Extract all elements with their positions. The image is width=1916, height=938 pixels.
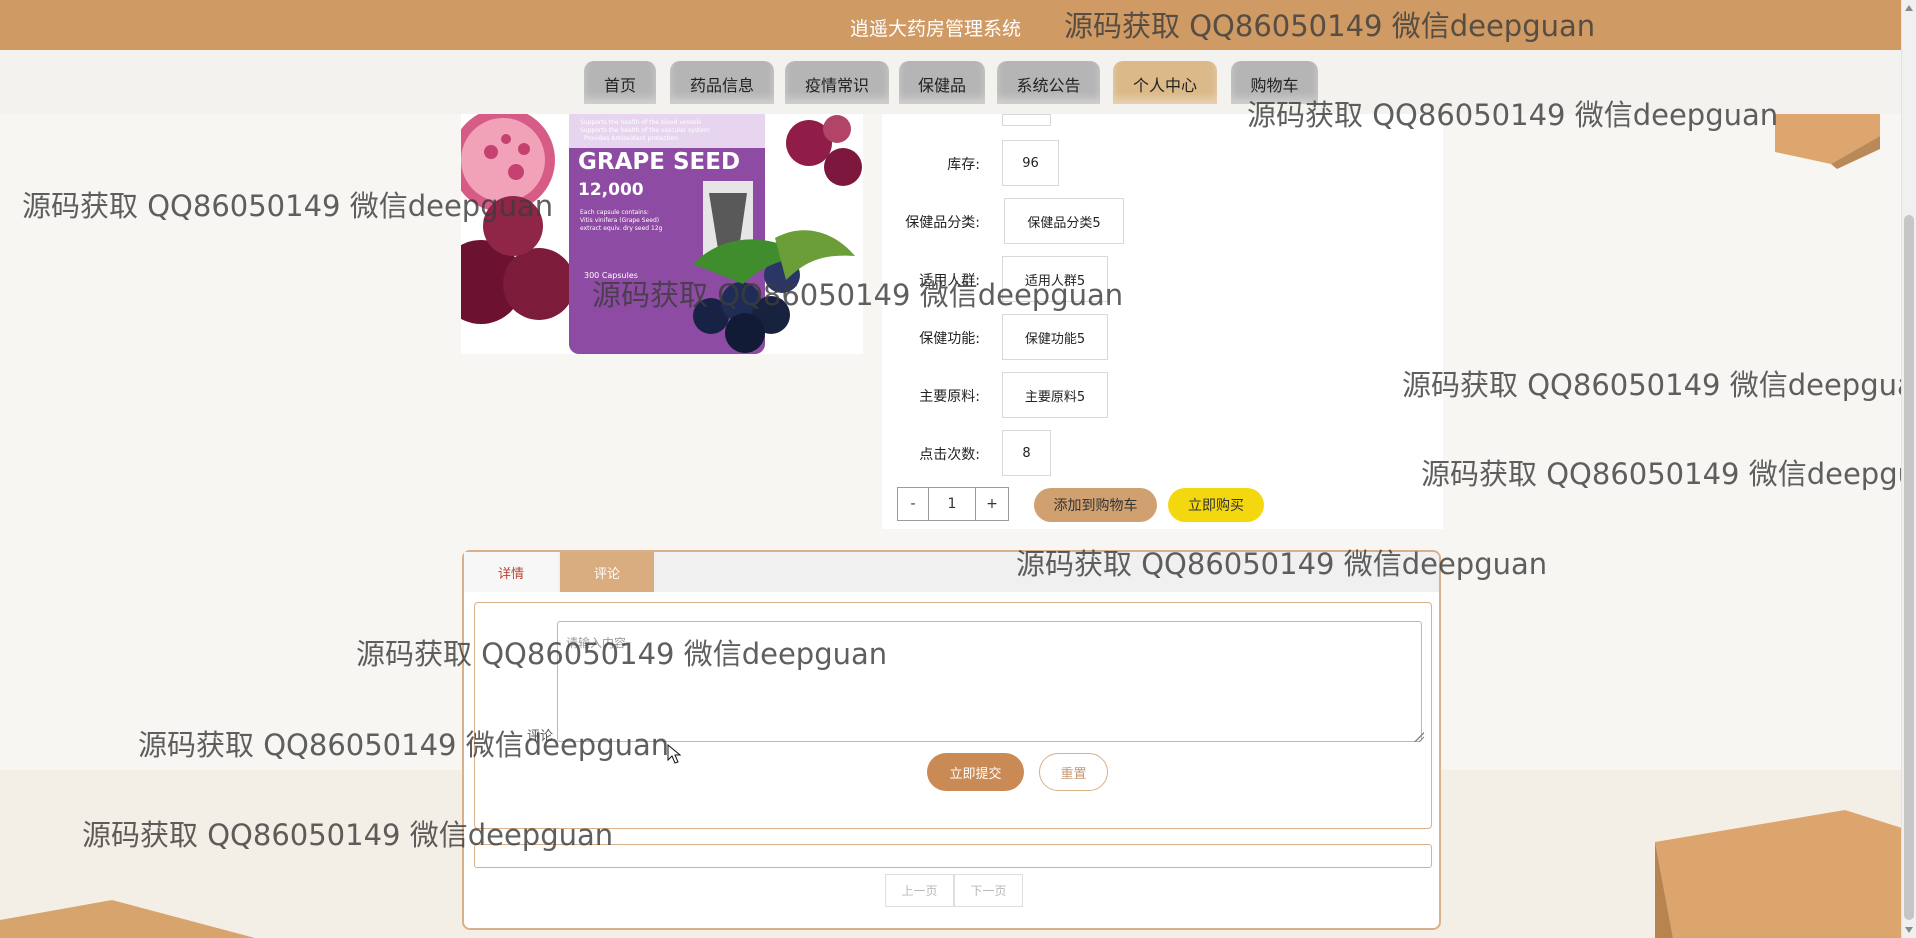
category-label: 保健品分类:: [905, 215, 980, 231]
category-value: 保健品分类5: [1004, 198, 1124, 244]
watermark-bottom-left: 源码获取 QQ86050149 微信deepguan: [82, 818, 614, 852]
nav-health-products[interactable]: 保健品: [899, 61, 985, 104]
watermark-left-lower: 源码获取 QQ86050149 微信deepguan: [138, 728, 670, 762]
click-count-label: 点击次数:: [919, 447, 980, 463]
scroll-down-icon[interactable]: [1905, 927, 1913, 933]
watermark-left-middle: 源码获取 QQ86050149 微信deepguan: [356, 637, 888, 671]
nav-medicine-info[interactable]: 药品信息: [670, 61, 774, 104]
tab-detail[interactable]: 详情: [464, 552, 558, 592]
watermark-right-upper: 源码获取 QQ86050149 微信deepguan: [1247, 98, 1779, 132]
watermark-right-lower: 源码获取 QQ86050149 微信deepguan: [1421, 457, 1916, 491]
image-text-line3: Provides Antioxidant protection: [584, 135, 678, 142]
ingredients-value: 主要原料5: [1002, 372, 1108, 418]
stock-value: 96: [1002, 140, 1059, 186]
scroll-up-icon[interactable]: [1905, 5, 1913, 11]
product-image: Supports the health of the blood vessels…: [461, 114, 863, 354]
quantity-decrease-button[interactable]: -: [897, 487, 929, 521]
top-partial-field: [1002, 114, 1051, 126]
function-value: 保健功能5: [1002, 314, 1108, 360]
watermark-right-middle: 源码获取 QQ86050149 微信deepguan: [1402, 368, 1916, 402]
buy-now-button[interactable]: 立即购买: [1168, 488, 1264, 522]
watermark-left-upper: 源码获取 QQ86050149 微信deepguan: [22, 189, 554, 223]
comment-list: [474, 844, 1432, 868]
quantity-increase-button[interactable]: +: [975, 487, 1009, 521]
image-small-3: extract equiv. dry seed 12g: [580, 225, 663, 232]
quantity-input[interactable]: 1: [928, 487, 976, 521]
reset-comment-button[interactable]: 重置: [1039, 753, 1108, 791]
function-label: 保健功能:: [919, 331, 980, 347]
watermark-top: 源码获取 QQ86050149 微信deepguan: [1064, 9, 1596, 43]
image-count: 12,000: [578, 180, 644, 200]
click-count-value: 8: [1002, 430, 1051, 476]
decorative-box-bottom-right: [1655, 810, 1902, 938]
decorative-box-top-right: [1775, 114, 1880, 169]
tab-comment[interactable]: 评论: [560, 552, 654, 592]
next-page-button[interactable]: 下一页: [954, 874, 1023, 907]
image-small-1: Each capsule contains:: [580, 209, 649, 216]
add-to-cart-button[interactable]: 添加到购物车: [1034, 488, 1157, 522]
image-small-2: Vitis vinifera (Grape Seed): [580, 217, 659, 224]
previous-page-button[interactable]: 上一页: [885, 874, 954, 907]
watermark-center-upper: 源码获取 QQ86050149 微信deepguan: [592, 278, 1124, 312]
watermark-center-middle: 源码获取 QQ86050149 微信deepguan: [1016, 547, 1548, 581]
image-text-line1: Supports the health of the blood vessels: [580, 119, 701, 126]
nav-system-announcements[interactable]: 系统公告: [997, 61, 1100, 104]
textarea-resize-handle[interactable]: [1414, 732, 1424, 742]
vertical-scrollbar[interactable]: [1901, 0, 1916, 938]
image-text-line2: Supports the health of the vascular syst…: [580, 127, 710, 134]
scrollbar-thumb[interactable]: [1904, 215, 1914, 920]
pagination: 上一页 下一页: [885, 874, 1023, 907]
nav-epidemic-knowledge[interactable]: 疫情常识: [785, 61, 889, 104]
decorative-shape-bottom-left: [0, 900, 255, 938]
product-detail-panel: [882, 114, 1443, 529]
submit-comment-button[interactable]: 立即提交: [927, 753, 1024, 791]
nav-personal-center[interactable]: 个人中心: [1113, 61, 1217, 104]
image-brand: GRAPE SEED: [578, 149, 740, 175]
site-title: 逍遥大药房管理系统: [850, 18, 1022, 40]
stock-label: 库存:: [947, 157, 980, 173]
ingredients-label: 主要原料:: [919, 389, 980, 405]
nav-home[interactable]: 首页: [584, 61, 656, 104]
